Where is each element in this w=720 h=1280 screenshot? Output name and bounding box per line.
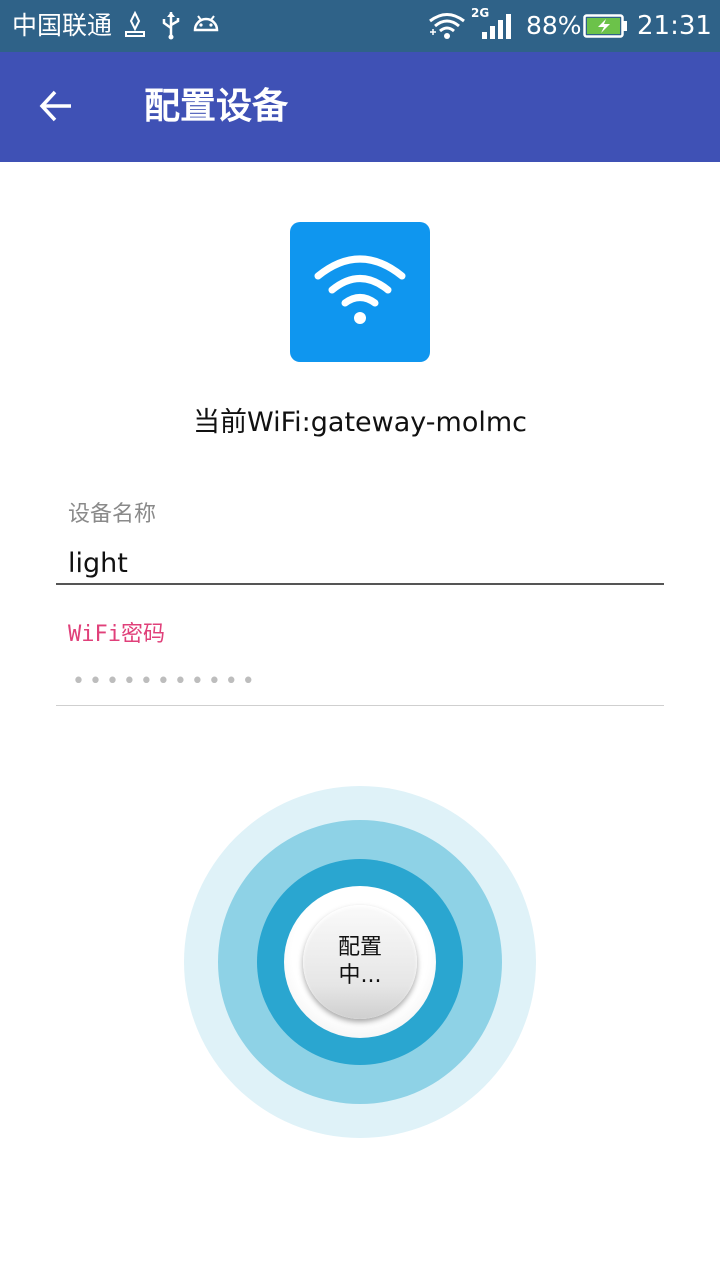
battery-percent: 88%: [526, 11, 582, 40]
clock: 21:31: [637, 11, 712, 41]
wifi-icon: [312, 252, 408, 332]
wifi-tile: [290, 222, 430, 362]
battery-charging-icon: [583, 14, 629, 42]
cell-signal-icon: [480, 12, 512, 44]
wifi-password-underline: [56, 705, 664, 706]
config-button[interactable]: 配置中...: [303, 905, 417, 1019]
device-name-field[interactable]: 设备名称 light: [56, 496, 664, 588]
device-name-label: 设备名称: [68, 502, 157, 527]
notification-icon: [122, 10, 148, 42]
device-name-underline: [56, 583, 664, 585]
carrier-name: 中国联通: [12, 11, 113, 40]
device-name-input[interactable]: light: [68, 546, 128, 582]
wifi-password-input[interactable]: •••••••••••: [72, 662, 259, 702]
wifi-signal-icon: [428, 12, 466, 44]
status-bar: 中国联通 2G 88% 21:31: [0, 0, 720, 52]
page-title: 配置设备: [144, 86, 289, 127]
current-wifi-label: 当前WiFi:gateway-molmc: [193, 407, 527, 438]
android-icon: [192, 10, 220, 40]
app-bar: 配置设备: [0, 52, 720, 162]
wifi-password-label: WiFi密码: [68, 622, 165, 647]
config-button-label: 配置中...: [337, 935, 382, 988]
back-button[interactable]: [28, 80, 84, 136]
wifi-password-field[interactable]: WiFi密码 •••••••••••: [56, 612, 664, 708]
usb-icon: [160, 10, 182, 44]
arrow-back-icon: [38, 88, 74, 128]
